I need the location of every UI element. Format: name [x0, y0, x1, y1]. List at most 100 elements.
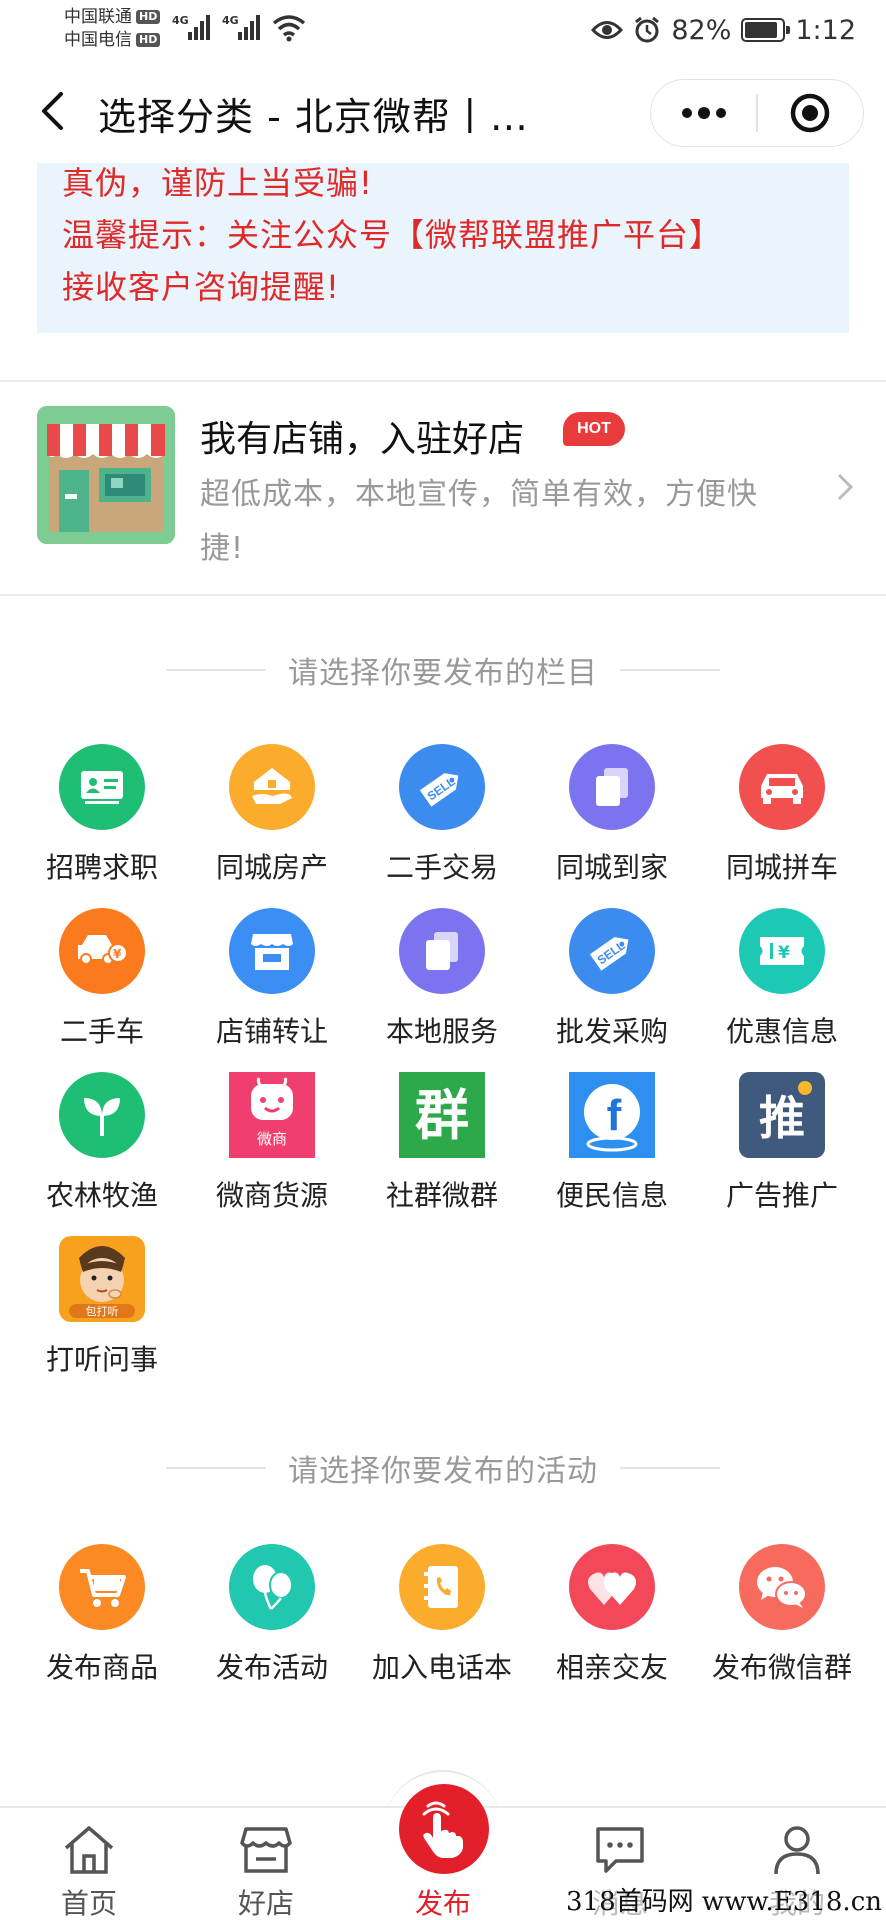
activity-item[interactable]: 发布微信群	[697, 1544, 867, 1704]
column-item[interactable]: 推广告推广	[697, 1072, 867, 1232]
network-type: 4G	[222, 14, 239, 27]
column-label: 同城拼车	[725, 851, 838, 884]
activity-item[interactable]: 发布活动	[187, 1544, 357, 1704]
chevron-right-icon	[836, 472, 854, 506]
column-item[interactable]: SELL 批发采购	[527, 908, 697, 1068]
tab-label: 首页	[60, 1887, 117, 1920]
column-item[interactable]: 群社群微群	[357, 1072, 527, 1232]
column-item[interactable]: 同城房产	[187, 744, 357, 904]
status-bar: 中国联通 HD 中国电信 HD 4G 4G 82% 1:12	[0, 0, 886, 60]
activity-item[interactable]: 加入电话本	[357, 1544, 527, 1704]
tab-home[interactable]: 首页	[29, 1808, 149, 1920]
column-label: 二手交易	[385, 851, 498, 884]
more-button[interactable]	[651, 80, 756, 146]
network-type: 4G	[172, 14, 189, 27]
promo-description: 超低成本，本地宣传，简单有效，方便快捷!	[200, 477, 758, 566]
columns-section-header: 请选择你要发布的栏目	[0, 650, 886, 691]
balloon-icon	[229, 1544, 315, 1630]
miniprogram-capsule	[650, 79, 864, 147]
activity-item[interactable]: 发布商品	[17, 1544, 187, 1704]
svg-text:群: 群	[415, 1084, 469, 1147]
shop-icon	[238, 1822, 294, 1878]
column-item[interactable]: 包打听 打听问事	[17, 1236, 187, 1396]
column-item[interactable]: 本地服务	[357, 908, 527, 1068]
column-item[interactable]: 店铺转让	[187, 908, 357, 1068]
promote-logo-icon: 推	[739, 1072, 825, 1158]
hearts-icon	[569, 1544, 655, 1630]
column-label: 同城到家	[555, 851, 668, 884]
phonebook-icon	[399, 1544, 485, 1630]
column-item[interactable]: 农林牧渔	[17, 1072, 187, 1232]
store-join-banner[interactable]: 我有店铺，入驻好店 HOT 超低成本，本地宣传，简单有效，方便快捷!	[0, 382, 886, 594]
battery-percent: 82%	[671, 14, 732, 46]
cart-icon	[59, 1544, 145, 1630]
car-price-icon: ¥	[59, 908, 145, 994]
group-logo-icon: 群	[399, 1072, 485, 1158]
column-item[interactable]: 同城到家	[527, 744, 697, 904]
id-card-icon	[59, 744, 145, 830]
column-item[interactable]: ¥ 二手车	[17, 908, 187, 1068]
column-item[interactable]: f 便民信息	[527, 1072, 697, 1232]
sell-tag-icon: SELL	[399, 744, 485, 830]
home-icon	[61, 1822, 117, 1878]
page-title: 选择分类 - 北京微帮丨…	[98, 95, 529, 139]
column-label: 广告推广	[725, 1179, 838, 1212]
watermark: 318首码网 www.E318.cn	[565, 1881, 882, 1918]
carrier-info: 中国联通 HD 中国电信 HD	[64, 6, 161, 52]
wechat-icon	[739, 1544, 825, 1630]
tab-label: 好店	[237, 1887, 294, 1920]
alarm-icon	[635, 16, 660, 43]
more-dots-icon	[681, 107, 726, 119]
inquiry-avatar-icon: 包打听	[59, 1236, 145, 1322]
column-label: 社群微群	[385, 1179, 498, 1212]
column-label: 招聘求职	[45, 851, 158, 884]
f-logo-icon: f	[569, 1072, 655, 1158]
battery-icon	[741, 18, 791, 42]
shop-icon	[229, 908, 315, 994]
wifi-icon	[272, 15, 306, 42]
column-label: 店铺转让	[215, 1015, 328, 1048]
eye-icon	[591, 21, 624, 39]
copy-icon	[399, 908, 485, 994]
message-icon	[592, 1822, 648, 1878]
storefront-icon	[37, 406, 175, 544]
activity-label: 相亲交友	[555, 1651, 668, 1684]
activity-label: 发布微信群	[711, 1651, 852, 1684]
car-icon	[739, 744, 825, 830]
svg-text:¥: ¥	[778, 943, 790, 963]
user-icon	[769, 1822, 825, 1878]
promo-title: 我有店铺，入驻好店	[200, 419, 525, 460]
column-label: 微商货源	[215, 1179, 328, 1212]
activity-item[interactable]: 相亲交友	[527, 1544, 697, 1704]
hd-badge: HD	[136, 33, 161, 47]
column-label: 打听问事	[45, 1343, 158, 1376]
svg-text:包打听: 包打听	[86, 1304, 119, 1318]
activity-label: 发布活动	[215, 1651, 328, 1684]
section-title: 请选择你要发布的栏目	[288, 656, 598, 691]
notice-line: 温馨提示：关注公众号【微帮联盟推广平台】	[62, 216, 723, 254]
column-item[interactable]: SELL 二手交易	[357, 744, 527, 904]
sprout-icon	[59, 1072, 145, 1158]
publish-button[interactable]	[399, 1784, 489, 1874]
house-icon	[229, 744, 315, 830]
signal-icon	[238, 14, 262, 40]
weishang-logo-icon: 微商	[229, 1072, 315, 1158]
column-label: 二手车	[59, 1015, 144, 1048]
carrier1: 中国联通	[64, 7, 132, 27]
hot-badge: HOT	[563, 412, 625, 446]
copy-icon	[569, 744, 655, 830]
signal-icon	[188, 14, 212, 40]
back-button[interactable]	[30, 87, 74, 135]
tab-shops[interactable]: 好店	[206, 1808, 326, 1920]
column-label: 农林牧渔	[45, 1179, 158, 1212]
activity-label: 加入电话本	[371, 1651, 512, 1684]
activity-label: 发布商品	[45, 1651, 158, 1684]
column-item[interactable]: 招聘求职	[17, 744, 187, 904]
column-item[interactable]: 同城拼车	[697, 744, 867, 904]
column-item[interactable]: ¥ 优惠信息	[697, 908, 867, 1068]
column-item[interactable]: 微商 微商货源	[187, 1072, 357, 1232]
svg-text:¥: ¥	[113, 947, 122, 961]
nav-bar: 选择分类 - 北京微帮丨…	[0, 60, 886, 162]
svg-text:f: f	[607, 1091, 622, 1140]
close-miniprogram-button[interactable]	[758, 80, 863, 146]
